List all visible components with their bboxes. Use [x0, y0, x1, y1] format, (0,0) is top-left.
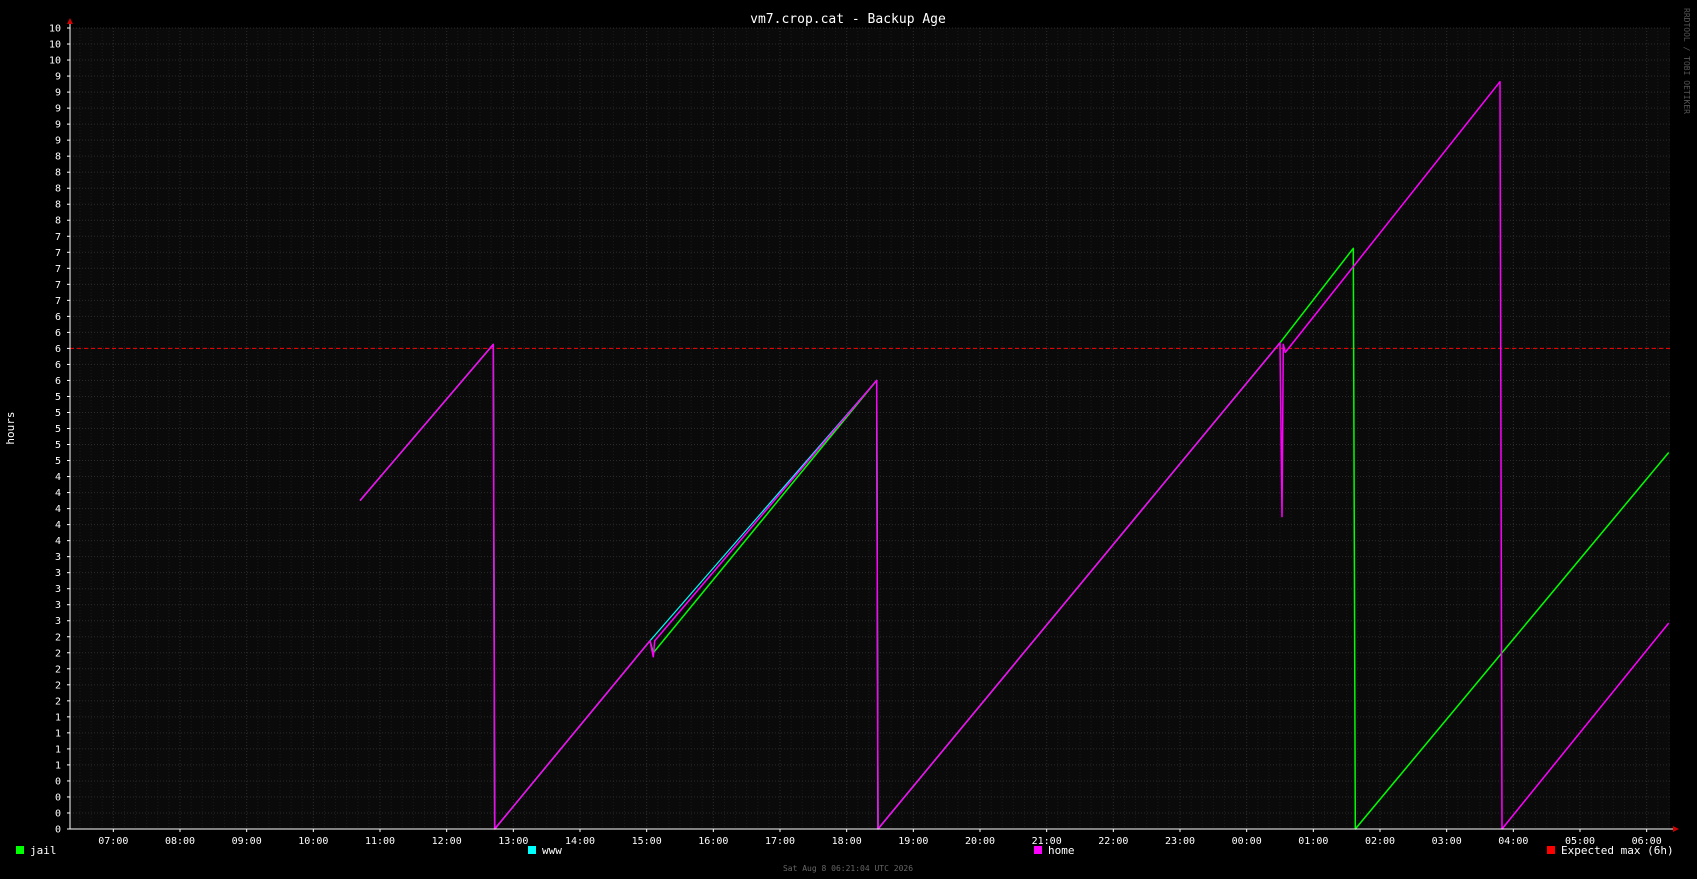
y-tick-label: 4: [55, 488, 61, 499]
footer-timestamp: Sat Aug 8 06:21:04 UTC 2026: [783, 864, 913, 873]
legend-label-2: home: [1048, 844, 1075, 857]
y-tick-label: 0: [55, 776, 61, 787]
y-tick-label: 9: [55, 72, 61, 83]
x-tick-label: 14:00: [565, 836, 595, 847]
y-tick-label: 8: [55, 168, 61, 179]
y-tick-label: 7: [55, 248, 61, 259]
x-tick-label: 17:00: [765, 836, 795, 847]
y-tick-label: 2: [55, 632, 61, 643]
x-tick-label: 01:00: [1298, 836, 1328, 847]
x-tick-label: 10:00: [298, 836, 328, 847]
y-tick-label: 1: [55, 760, 61, 771]
y-tick-label: 4: [55, 504, 61, 515]
y-tick-label: 7: [55, 280, 61, 291]
x-tick-label: 16:00: [698, 836, 728, 847]
x-tick-label: 03:00: [1432, 836, 1462, 847]
x-tick-label: 15:00: [632, 836, 662, 847]
legend-label-1: www: [542, 844, 562, 857]
y-tick-label: 7: [55, 296, 61, 307]
chart-title: vm7.crop.cat - Backup Age: [750, 12, 946, 27]
y-tick-label: 3: [55, 552, 61, 563]
y-tick-label: 6: [55, 328, 61, 339]
x-tick-label: 07:00: [98, 836, 128, 847]
legend-swatch-3: [1547, 846, 1555, 854]
x-tick-label: 20:00: [965, 836, 995, 847]
y-tick-label: 0: [55, 808, 61, 819]
y-tick-label: 6: [55, 376, 61, 387]
y-tick-label: 5: [55, 424, 61, 435]
y-tick-label: 3: [55, 616, 61, 627]
y-tick-label: 2: [55, 648, 61, 659]
legend-swatch-1: [528, 846, 536, 854]
y-tick-label: 8: [55, 216, 61, 227]
y-tick-label: 0: [55, 825, 61, 836]
x-tick-label: 04:00: [1498, 836, 1528, 847]
y-tick-label: 9: [55, 136, 61, 147]
y-tick-label: 4: [55, 536, 61, 547]
y-tick-label: 7: [55, 264, 61, 275]
y-tick-label: 7: [55, 232, 61, 243]
legend-swatch-0: [16, 846, 24, 854]
y-tick-label: 5: [55, 392, 61, 403]
y-tick-label: 10: [49, 40, 61, 51]
y-axis-label: hours: [4, 411, 17, 444]
watermark: RRDTOOL / TOBI OETIKER: [1682, 8, 1691, 114]
y-tick-label: 5: [55, 440, 61, 451]
y-tick-label: 2: [55, 680, 61, 691]
y-tick-label: 1: [55, 728, 61, 739]
x-tick-label: 13:00: [498, 836, 528, 847]
y-tick-label: 10: [49, 24, 61, 35]
y-tick-label: 2: [55, 696, 61, 707]
legend-swatch-2: [1034, 846, 1042, 854]
y-tick-label: 6: [55, 344, 61, 355]
y-tick-label: 8: [55, 184, 61, 195]
x-tick-label: 11:00: [365, 836, 395, 847]
y-tick-label: 10: [49, 56, 61, 67]
x-tick-label: 02:00: [1365, 836, 1395, 847]
x-tick-label: 00:00: [1232, 836, 1262, 847]
y-tick-label: 3: [55, 584, 61, 595]
x-tick-label: 08:00: [165, 836, 195, 847]
y-tick-label: 8: [55, 200, 61, 211]
y-tick-label: 1: [55, 712, 61, 723]
y-tick-label: 9: [55, 88, 61, 99]
legend-label-3: Expected max (6h): [1561, 844, 1674, 857]
y-tick-label: 5: [55, 408, 61, 419]
x-tick-label: 23:00: [1165, 836, 1195, 847]
x-tick-label: 12:00: [432, 836, 462, 847]
x-tick-label: 18:00: [832, 836, 862, 847]
y-tick-label: 3: [55, 600, 61, 611]
y-tick-label: 1: [55, 744, 61, 755]
legend-label-0: jail: [30, 844, 57, 857]
y-tick-label: 6: [55, 360, 61, 371]
y-tick-label: 9: [55, 104, 61, 115]
y-tick-label: 4: [55, 472, 61, 483]
y-tick-label: 5: [55, 456, 61, 467]
x-tick-label: 19:00: [898, 836, 928, 847]
y-tick-label: 9: [55, 120, 61, 131]
y-tick-label: 6: [55, 312, 61, 323]
x-tick-label: 09:00: [232, 836, 262, 847]
y-tick-label: 3: [55, 568, 61, 579]
y-tick-label: 0: [55, 792, 61, 803]
backup-age-chart: 0 0 0 0 1 1 1 1 2 2 2 2 2 3 3 3 3 3 4 4 4 4 4 5 5 5 5 5 6 6 6 6 6 7 7 7 7 7 8 8…: [0, 0, 1697, 879]
y-tick-label: 8: [55, 152, 61, 163]
y-tick-label: 2: [55, 664, 61, 675]
x-tick-label: 22:00: [1098, 836, 1128, 847]
y-tick-label: 4: [55, 520, 61, 531]
